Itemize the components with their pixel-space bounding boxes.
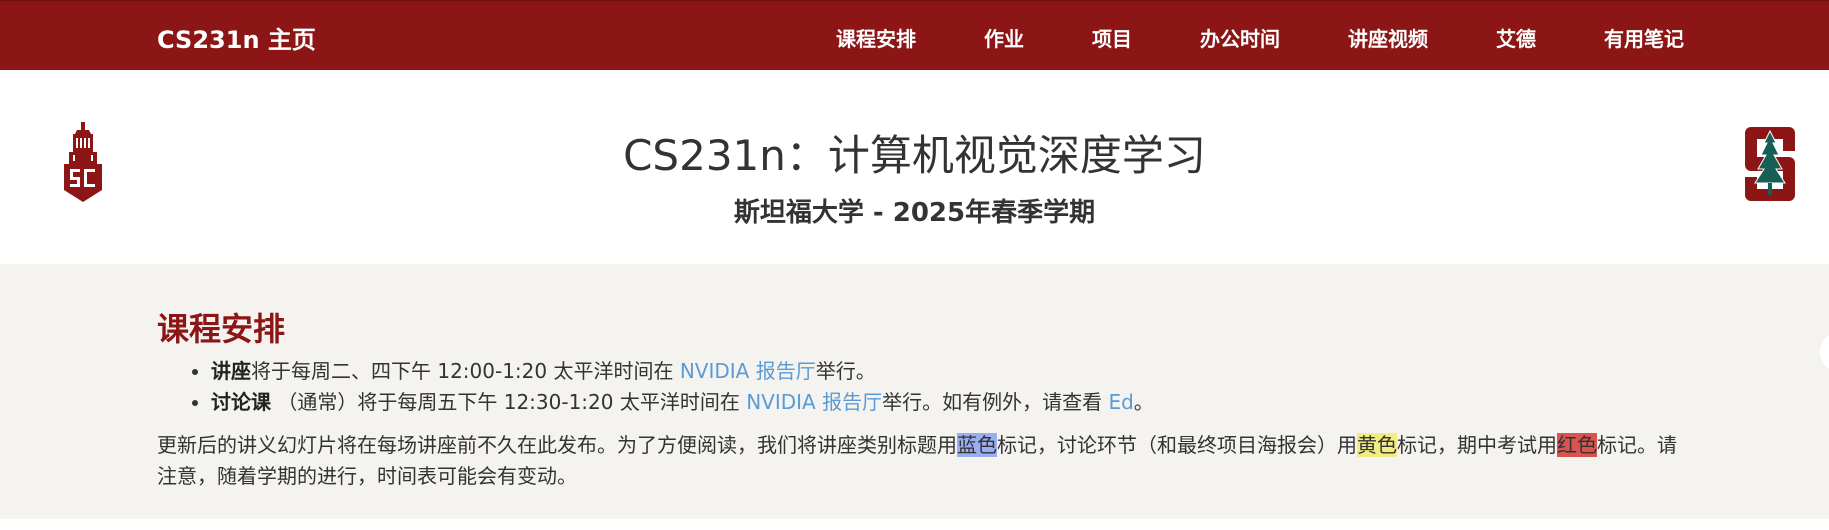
top-navbar: CS231n 主页 课程安排 作业 项目 办公时间 讲座视频 艾德 有用笔记 (0, 0, 1829, 70)
nav-link-office-hours[interactable]: 办公时间 (1200, 23, 1280, 52)
nav-links: 课程安排 作业 项目 办公时间 讲座视频 艾德 有用笔记 (768, 23, 1684, 52)
list-item-discussion: 讨论课 （通常）将于每周五下午 12:30-1:20 太平洋时间在 NVIDIA… (211, 387, 1154, 418)
nav-link-assignments[interactable]: 作业 (984, 23, 1024, 52)
page-title: CS231n：计算机视觉深度学习 (623, 131, 1206, 180)
note-part-1: 更新后的讲义幻灯片将在每场讲座前不久在此发布。为了方便阅读，我们将讲座类别标题用 (157, 433, 957, 457)
side-scroll-button[interactable] (1820, 332, 1829, 372)
discussion-label: 讨论课 (211, 390, 271, 414)
ed-link[interactable]: Ed (1108, 390, 1133, 414)
highlight-blue: 蓝色 (957, 433, 997, 457)
nav-link-lecture-videos[interactable]: 讲座视频 (1348, 23, 1428, 52)
note-part-3: 标记，期中考试用 (1397, 433, 1557, 457)
page-header: CS231n：计算机视觉深度学习 斯坦福大学 - 2025年春季学期 (0, 70, 1829, 264)
page-bottom (0, 519, 1829, 530)
schedule-info-list: 讲座将于每周二、四下午 12:00-1:20 太平洋时间在 NVIDIA 报告厅… (157, 356, 1154, 418)
schedule-section: 课程安排 讲座将于每周二、四下午 12:00-1:20 太平洋时间在 NVIDI… (0, 264, 1829, 519)
nvidia-auditorium-link[interactable]: NVIDIA 报告厅 (680, 359, 816, 383)
note-part-2: 标记，讨论环节（和最终项目海报会）用 (997, 433, 1357, 457)
list-item-lecture: 讲座将于每周二、四下午 12:00-1:20 太平洋时间在 NVIDIA 报告厅… (211, 356, 1154, 387)
discussion-text-mid: 举行。如有例外，请查看 (882, 390, 1109, 414)
nvidia-auditorium-link-2[interactable]: NVIDIA 报告厅 (746, 390, 882, 414)
highlight-yellow: 黄色 (1357, 433, 1397, 457)
nav-link-ed[interactable]: 艾德 (1496, 23, 1536, 52)
highlight-red: 红色 (1557, 433, 1597, 457)
lecture-label: 讲座 (211, 359, 251, 383)
nav-link-project[interactable]: 项目 (1092, 23, 1132, 52)
page-subtitle: 斯坦福大学 - 2025年春季学期 (733, 198, 1096, 228)
schedule-note: 更新后的讲义幻灯片将在每场讲座前不久在此发布。为了方便阅读，我们将讲座类别标题用… (157, 430, 1692, 492)
nav-link-notes[interactable]: 有用笔记 (1604, 23, 1684, 52)
stanford-tree-logo (1743, 125, 1797, 207)
discussion-text-end: 。 (1133, 390, 1154, 414)
home-link[interactable]: CS231n 主页 (157, 20, 316, 55)
discussion-text: （通常）将于每周五下午 12:30-1:20 太平洋时间在 (271, 390, 747, 414)
schedule-heading: 课程安排 (157, 310, 286, 348)
lecture-text: 将于每周二、四下午 12:00-1:20 太平洋时间在 (251, 359, 680, 383)
nav-link-schedule[interactable]: 课程安排 (836, 23, 916, 52)
lecture-text-end: 举行。 (815, 359, 876, 383)
